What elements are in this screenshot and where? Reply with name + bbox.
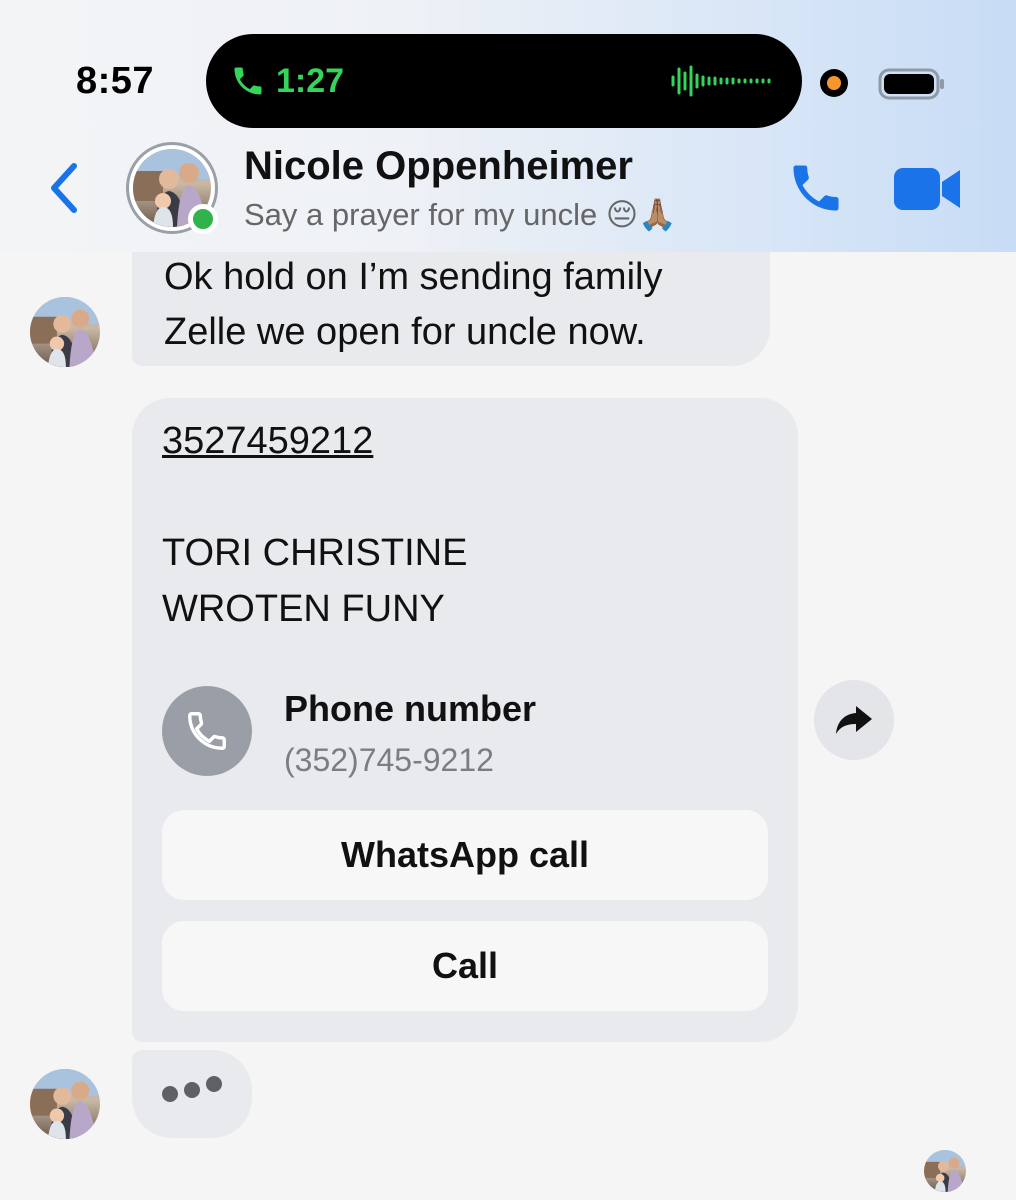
battery-icon xyxy=(878,68,944,100)
chat-header: 8:57 1:27 Nicole Oppenheimer Say a praye… xyxy=(0,0,1016,252)
people-photo-icon xyxy=(30,297,100,367)
message-text-line: Zelle we open for uncle now. xyxy=(164,311,646,353)
people-photo-icon xyxy=(924,1150,966,1192)
dynamic-island[interactable]: 1:27 xyxy=(206,34,802,128)
typing-indicator xyxy=(132,1050,252,1138)
sender-avatar[interactable] xyxy=(30,1069,100,1139)
typing-dot xyxy=(162,1086,178,1102)
typing-dot xyxy=(206,1076,222,1092)
audio-waveform-icon xyxy=(671,65,771,97)
phone-icon xyxy=(188,712,226,750)
share-button[interactable] xyxy=(814,680,894,760)
online-status-indicator xyxy=(188,204,218,234)
people-photo-icon xyxy=(30,1069,100,1139)
phone-icon xyxy=(234,67,262,95)
message-text-line: TORI CHRISTINE xyxy=(162,532,468,574)
call-duration: 1:27 xyxy=(276,62,345,100)
video-call-icon[interactable] xyxy=(892,164,962,214)
message-text-line: Ok hold on I’m sending family xyxy=(164,256,663,298)
call-button[interactable]: Call xyxy=(162,921,768,1011)
phone-card-number: (352)745-9212 xyxy=(284,742,494,778)
read-receipt-avatar xyxy=(924,1150,966,1192)
typing-dot xyxy=(184,1082,200,1098)
back-chevron-icon[interactable] xyxy=(44,160,84,216)
share-arrow-icon xyxy=(836,706,872,734)
phone-card-title: Phone number xyxy=(284,688,537,729)
message-text-line: WROTEN FUNY xyxy=(162,588,445,630)
recording-indicator-icon xyxy=(820,69,848,97)
contact-status-text: Say a prayer for my uncle 😔🙏🏽 xyxy=(244,197,677,232)
phone-card-icon[interactable] xyxy=(162,686,252,776)
sender-avatar[interactable] xyxy=(30,297,100,367)
contact-name[interactable]: Nicole Oppenheimer xyxy=(244,144,633,189)
whatsapp-call-button[interactable]: WhatsApp call xyxy=(162,810,768,900)
phone-number-link[interactable]: 3527459212 xyxy=(162,420,373,463)
status-time: 8:57 xyxy=(76,60,155,102)
message-bubble-contact[interactable]: 3527459212 TORI CHRISTINE WROTEN FUNY Ph… xyxy=(132,398,798,1042)
audio-call-icon[interactable] xyxy=(786,158,846,218)
